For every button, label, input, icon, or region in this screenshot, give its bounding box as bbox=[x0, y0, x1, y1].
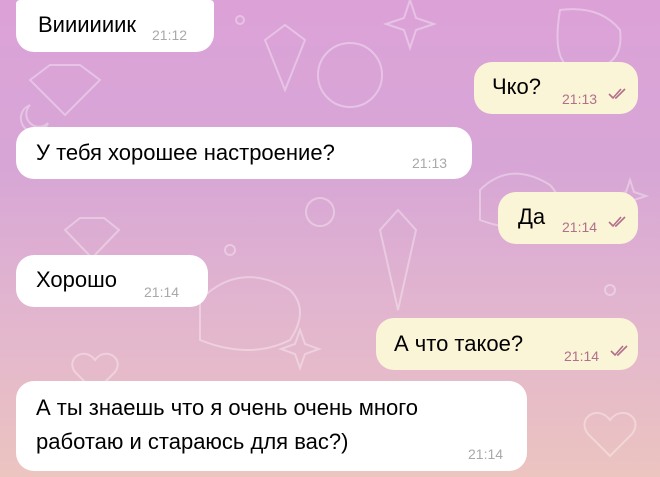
message-text: Чко? bbox=[492, 74, 542, 99]
crystal-doodle-icon bbox=[378, 208, 418, 311]
double-check-icon bbox=[610, 345, 628, 357]
message-text-line: А ты знаешь что я очень очень много bbox=[36, 395, 419, 420]
message-time: 21:13 bbox=[562, 91, 598, 107]
gem-doodle-icon bbox=[28, 64, 102, 117]
message-text: Да bbox=[518, 204, 546, 229]
star-doodle-icon bbox=[382, 0, 438, 52]
message-text: У тебя хорошее настроение? bbox=[36, 140, 335, 165]
message-bubble-outgoing[interactable]: Да 21:14 bbox=[498, 192, 638, 244]
dot-doodle-icon bbox=[235, 15, 245, 25]
message-bubble-incoming[interactable]: А ты знаешь что я очень очень много рабо… bbox=[16, 381, 527, 471]
unicorn-doodle-icon bbox=[199, 276, 301, 351]
double-check-icon bbox=[608, 216, 626, 228]
message-time: 21:13 bbox=[412, 155, 448, 171]
message-text: А что такое? bbox=[394, 331, 524, 356]
heart-doodle-icon bbox=[583, 411, 637, 458]
message-bubble-incoming[interactable]: Хорошо 21:14 bbox=[16, 255, 208, 307]
star-doodle-icon bbox=[278, 327, 322, 371]
message-time: 21:14 bbox=[144, 284, 180, 300]
message-text: Хорошо bbox=[36, 267, 118, 292]
bubble-doodle-icon bbox=[556, 8, 622, 72]
sun-doodle-icon bbox=[317, 42, 383, 108]
dot-doodle-icon bbox=[224, 244, 236, 256]
message-text: Виииииик bbox=[38, 12, 137, 37]
message-time: 21:14 bbox=[468, 446, 504, 462]
apple-doodle-icon bbox=[305, 197, 335, 227]
message-bubble-outgoing[interactable]: А что такое? 21:14 bbox=[376, 318, 638, 370]
message-bubble-outgoing[interactable]: Чко? 21:13 bbox=[474, 62, 638, 114]
message-time: 21:12 bbox=[152, 27, 188, 43]
gem-doodle-icon bbox=[63, 217, 121, 260]
message-time: 21:14 bbox=[562, 219, 598, 235]
message-time: 21:14 bbox=[564, 348, 600, 364]
double-check-icon bbox=[608, 88, 626, 100]
message-bubble-incoming[interactable]: У тебя хорошее настроение? 21:13 bbox=[16, 127, 472, 179]
dot-doodle-icon bbox=[604, 284, 616, 296]
crystal-doodle-icon bbox=[263, 23, 307, 93]
message-bubble-incoming[interactable]: Виииииик 21:12 bbox=[16, 0, 214, 52]
message-text-line: работаю и стараюсь для вас?) bbox=[36, 429, 349, 454]
